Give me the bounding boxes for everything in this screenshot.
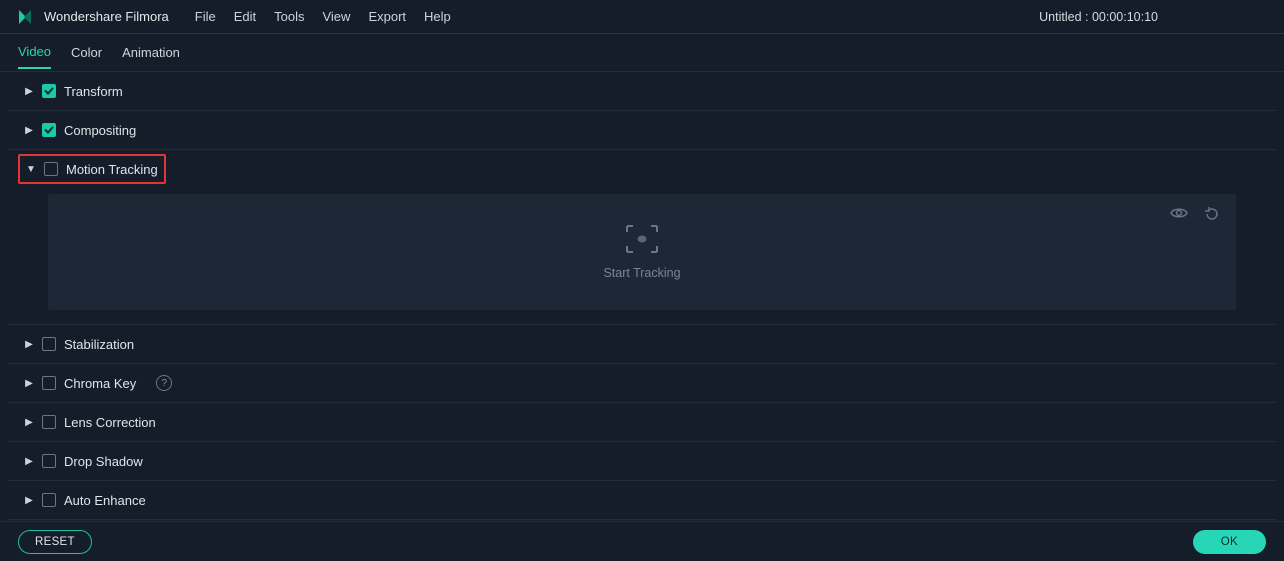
section-label: Drop Shadow bbox=[64, 454, 143, 469]
menu-help[interactable]: Help bbox=[424, 9, 451, 24]
section-label: Auto Enhance bbox=[64, 493, 146, 508]
filmora-logo-icon bbox=[16, 8, 34, 26]
tab-video[interactable]: Video bbox=[18, 36, 51, 69]
disclosure-right-icon: ▶ bbox=[24, 339, 34, 350]
section-label: Lens Correction bbox=[64, 415, 156, 430]
section-chroma-key: ▶ Chroma Key ? bbox=[8, 364, 1276, 403]
checkbox-chroma-key[interactable] bbox=[42, 376, 56, 390]
app-title: Wondershare Filmora bbox=[44, 9, 169, 24]
section-motion-tracking: ▼ Motion Tracking bbox=[8, 150, 1276, 325]
footer: RESET OK bbox=[0, 521, 1284, 561]
disclosure-right-icon: ▶ bbox=[24, 125, 34, 136]
disclosure-right-icon: ▶ bbox=[24, 495, 34, 506]
disclosure-right-icon: ▶ bbox=[24, 456, 34, 467]
reset-button[interactable]: RESET bbox=[18, 530, 92, 554]
start-tracking-label[interactable]: Start Tracking bbox=[603, 266, 680, 280]
section-header-chroma-key[interactable]: ▶ Chroma Key ? bbox=[8, 364, 1276, 402]
section-label: Transform bbox=[64, 84, 123, 99]
disclosure-right-icon: ▶ bbox=[24, 378, 34, 389]
checkbox-stabilization[interactable] bbox=[42, 337, 56, 351]
section-auto-enhance: ▶ Auto Enhance bbox=[8, 481, 1276, 520]
reset-icon[interactable] bbox=[1204, 206, 1220, 222]
section-header-auto-enhance[interactable]: ▶ Auto Enhance bbox=[8, 481, 1276, 519]
highlight-box: ▼ Motion Tracking bbox=[18, 154, 166, 184]
checkbox-drop-shadow[interactable] bbox=[42, 454, 56, 468]
section-label: Chroma Key bbox=[64, 376, 136, 391]
menu-file[interactable]: File bbox=[195, 9, 216, 24]
ok-button[interactable]: OK bbox=[1193, 530, 1266, 554]
section-header-compositing[interactable]: ▶ Compositing bbox=[8, 111, 1276, 149]
menu-view[interactable]: View bbox=[322, 9, 350, 24]
help-icon[interactable]: ? bbox=[156, 375, 172, 391]
section-compositing: ▶ Compositing bbox=[8, 111, 1276, 150]
section-header-stabilization[interactable]: ▶ Stabilization bbox=[8, 325, 1276, 363]
menu-tools[interactable]: Tools bbox=[274, 9, 304, 24]
section-header-drop-shadow[interactable]: ▶ Drop Shadow bbox=[8, 442, 1276, 480]
section-label: Compositing bbox=[64, 123, 136, 138]
section-lens-correction: ▶ Lens Correction bbox=[8, 403, 1276, 442]
section-label: Motion Tracking bbox=[66, 162, 158, 177]
tab-color[interactable]: Color bbox=[71, 37, 102, 68]
disclosure-right-icon: ▶ bbox=[24, 86, 34, 97]
section-header-motion-tracking[interactable]: ▼ Motion Tracking bbox=[8, 150, 1276, 188]
section-label: Stabilization bbox=[64, 337, 134, 352]
section-header-transform[interactable]: ▶ Transform bbox=[8, 72, 1276, 110]
menu-edit[interactable]: Edit bbox=[234, 9, 256, 24]
eye-icon[interactable] bbox=[1170, 206, 1188, 222]
disclosure-right-icon: ▶ bbox=[24, 417, 34, 428]
section-stabilization: ▶ Stabilization bbox=[8, 325, 1276, 364]
menu-export[interactable]: Export bbox=[368, 9, 406, 24]
checkbox-compositing[interactable] bbox=[42, 123, 56, 137]
section-drop-shadow: ▶ Drop Shadow bbox=[8, 442, 1276, 481]
section-header-lens-correction[interactable]: ▶ Lens Correction bbox=[8, 403, 1276, 441]
checkbox-motion-tracking[interactable] bbox=[44, 162, 58, 176]
motion-tracking-panel: Start Tracking bbox=[48, 194, 1236, 310]
app-menu: File Edit Tools View Export Help bbox=[195, 9, 451, 24]
checkbox-transform[interactable] bbox=[42, 84, 56, 98]
document-title: Untitled : 00:00:10:10 bbox=[1039, 10, 1158, 24]
inspector-tabs: Video Color Animation bbox=[0, 34, 1284, 72]
checkbox-auto-enhance[interactable] bbox=[42, 493, 56, 507]
tab-animation[interactable]: Animation bbox=[122, 37, 180, 68]
app-bar: Wondershare Filmora File Edit Tools View… bbox=[0, 0, 1284, 34]
disclosure-down-icon: ▼ bbox=[26, 164, 36, 175]
tracking-target-icon[interactable] bbox=[625, 224, 659, 254]
inspector-panel: ▶ Transform ▶ Compositing ▼ Motion Track… bbox=[0, 72, 1284, 521]
checkbox-lens-correction[interactable] bbox=[42, 415, 56, 429]
section-transform: ▶ Transform bbox=[8, 72, 1276, 111]
